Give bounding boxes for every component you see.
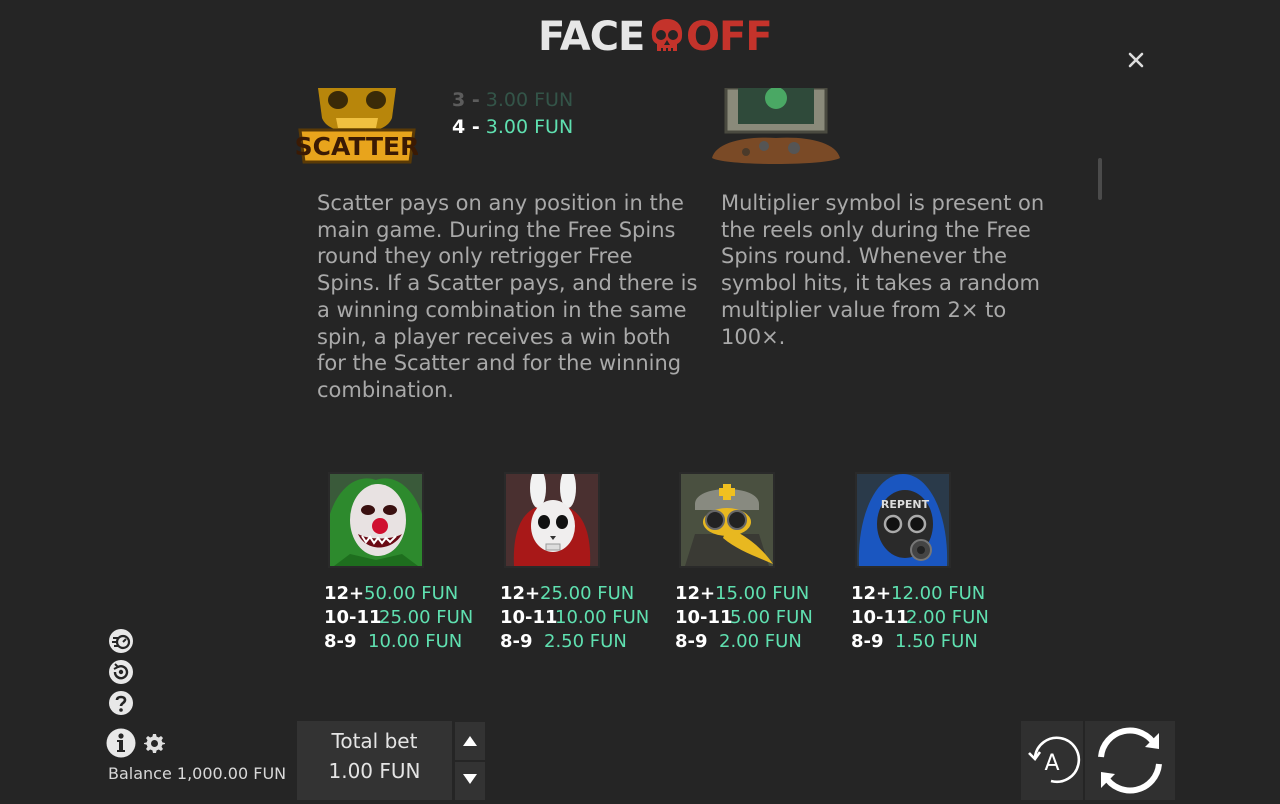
pay-row: 12+50.00 FUN <box>324 582 473 606</box>
pay-row: 8-9 2.50 FUN <box>500 630 649 654</box>
pay-row: 8-9 10.00 FUN <box>324 630 473 654</box>
total-bet-panel: Total bet 1.00 FUN <box>297 721 452 800</box>
symbol-pay-list: 12+25.00 FUN 10-1110.00 FUN 8-9 2.50 FUN <box>500 582 649 654</box>
pay-row: 10-112.00 FUN <box>851 606 989 630</box>
speed-icon[interactable] <box>108 628 134 654</box>
pay-row: 8-9 2.00 FUN <box>675 630 813 654</box>
pay-count: 10-11 <box>851 607 909 628</box>
pay-count: 8-9 <box>324 631 357 652</box>
autoplay-letter: A <box>1044 751 1059 776</box>
gear-icon[interactable] <box>144 733 165 754</box>
pay-value: 3.00 FUN <box>485 116 574 138</box>
multiplier-description: Multiplier symbol is present on the reel… <box>721 191 1045 349</box>
pay-row: 12+15.00 FUN <box>675 582 813 606</box>
scatter-description: Scatter pays on any position in the main… <box>317 191 698 402</box>
autoplay-icon: A <box>1028 736 1081 784</box>
pay-row: 10-1125.00 FUN <box>324 606 473 630</box>
close-icon[interactable] <box>1124 48 1148 72</box>
pay-count: 10-11 <box>500 607 558 628</box>
scatter-pay-line: 3 - 3.00 FUN <box>452 88 573 112</box>
pay-row: 10-1110.00 FUN <box>500 606 649 630</box>
symbol-card-rabbit: 12+25.00 FUN 10-1110.00 FUN 8-9 2.50 FUN <box>500 460 670 660</box>
pay-count: 4 - <box>452 116 480 138</box>
pay-value: 15.00 FUN <box>715 583 810 604</box>
scatter-pay-line: 4 - 3.00 FUN <box>452 115 573 139</box>
symbol-pay-list: 12+50.00 FUN 10-1125.00 FUN 8-9 10.00 FUN <box>324 582 473 654</box>
pay-value: 5.00 FUN <box>730 607 813 628</box>
total-bet-value: 1.00 FUN <box>328 759 421 783</box>
arrow-up-icon <box>463 736 477 746</box>
rabbit-mask-symbol-icon <box>504 472 600 568</box>
pay-count: 12+ <box>675 583 716 604</box>
scatter-symbol-label: SCATTER <box>296 132 418 161</box>
skull-logo-icon <box>651 19 683 53</box>
pay-count: 10-11 <box>675 607 733 628</box>
plague-doctor-symbol-icon <box>679 472 775 568</box>
game-logo: FACE OFF <box>538 14 773 60</box>
pay-value: 25.00 FUN <box>379 607 474 628</box>
bet-increase-button[interactable] <box>455 722 485 760</box>
symbol-card-plague-doctor: 12+15.00 FUN 10-115.00 FUN 8-9 2.00 FUN <box>675 460 845 660</box>
spin-button[interactable] <box>1085 721 1175 800</box>
symbol-card-clown: 12+50.00 FUN 10-1125.00 FUN 8-9 10.00 FUN <box>324 460 494 660</box>
pay-count: 10-11 <box>324 607 382 628</box>
balance-display: Balance 1,000.00 FUN <box>108 764 287 783</box>
history-icon[interactable] <box>108 659 134 685</box>
symbol-pay-list: 12+12.00 FUN 10-112.00 FUN 8-9 1.50 FUN <box>851 582 989 654</box>
logo-text-face: FACE <box>538 14 645 60</box>
paytable-content: SCATTER 3 - 3.00 FUN 4 - 3.00 FUN Scatte… <box>0 88 1280 700</box>
pay-count: 8-9 <box>500 631 533 652</box>
pay-value: 25.00 FUN <box>540 583 635 604</box>
logo-text-off: OFF <box>686 14 773 60</box>
pay-value: 12.00 FUN <box>891 583 986 604</box>
repent-text: REPENT <box>881 498 930 511</box>
pay-row: 12+12.00 FUN <box>851 582 989 606</box>
autoplay-button[interactable]: A <box>1021 721 1083 800</box>
pay-count: 12+ <box>851 583 892 604</box>
pay-value: 10.00 FUN <box>555 607 650 628</box>
pay-value: 10.00 FUN <box>368 631 463 652</box>
pay-row: 8-9 1.50 FUN <box>851 630 989 654</box>
pay-row: 12+25.00 FUN <box>500 582 649 606</box>
gas-mask-symbol-icon: REPENT <box>855 472 951 568</box>
pay-value: 1.50 FUN <box>895 631 978 652</box>
pay-value: 2.00 FUN <box>719 631 802 652</box>
pay-value: 2.50 FUN <box>544 631 627 652</box>
pay-count: 12+ <box>324 583 365 604</box>
symbol-pay-list: 12+15.00 FUN 10-115.00 FUN 8-9 2.00 FUN <box>675 582 813 654</box>
spin-icon <box>1098 727 1162 794</box>
pay-count: 8-9 <box>675 631 708 652</box>
pay-count: 3 - <box>452 89 480 111</box>
pay-value: 2.00 FUN <box>906 607 989 628</box>
scatter-symbol: SCATTER <box>295 88 419 166</box>
total-bet-label: Total bet <box>331 729 418 753</box>
help-icon[interactable] <box>108 690 134 716</box>
arrow-down-icon <box>463 774 477 784</box>
multiplier-symbol <box>706 88 846 168</box>
clown-symbol-icon <box>328 472 424 568</box>
pay-count: 8-9 <box>851 631 884 652</box>
pay-value: 50.00 FUN <box>364 583 459 604</box>
info-icon[interactable] <box>106 728 136 758</box>
bet-decrease-button[interactable] <box>455 762 485 800</box>
symbol-card-gas-mask: REPENT 12+12.00 FUN 10-112.00 FUN 8-9 1.5… <box>851 460 1021 660</box>
pay-row: 10-115.00 FUN <box>675 606 813 630</box>
pay-value: 3.00 FUN <box>485 89 574 111</box>
pay-count: 12+ <box>500 583 541 604</box>
